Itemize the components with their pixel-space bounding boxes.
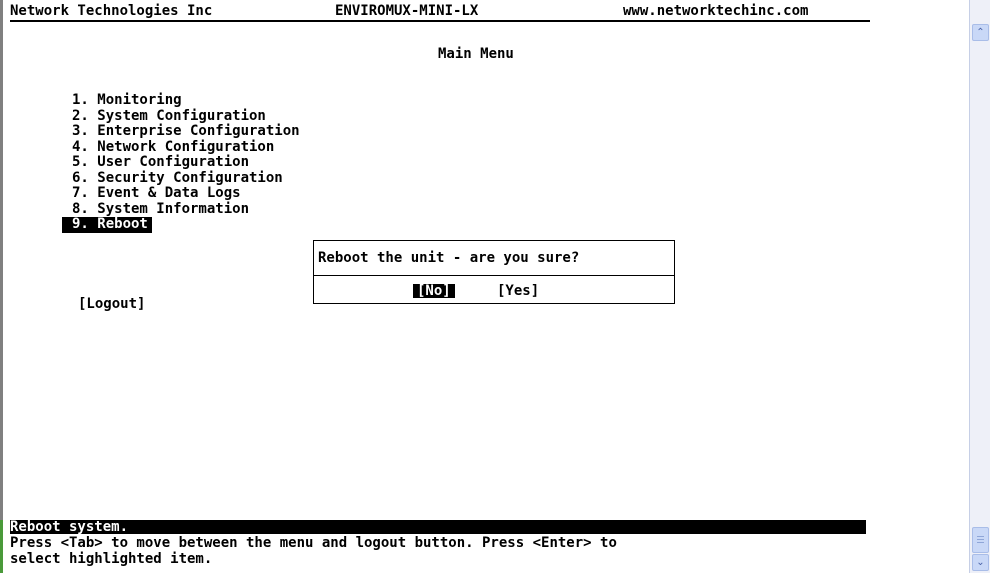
menu-item-user-configuration[interactable]: 5. User Configuration — [72, 155, 300, 171]
menu-item-reboot[interactable]: 9. Reboot — [62, 217, 152, 233]
window-left-edge-accent — [0, 520, 3, 573]
website-url: www.networktechinc.com — [623, 3, 809, 19]
grip-line — [977, 536, 984, 537]
scrollbar-thumb[interactable] — [972, 527, 989, 553]
grip-line — [977, 542, 984, 543]
main-menu: 1. Monitoring 2. System Configuration 3.… — [62, 93, 300, 233]
yes-button[interactable]: [Yes] — [497, 283, 539, 299]
menu-item-network-configuration[interactable]: 4. Network Configuration — [72, 139, 300, 156]
menu-item-event-data-logs[interactable]: 7. Event & Data Logs — [72, 186, 300, 202]
grip-line — [977, 539, 984, 540]
chevron-up-icon[interactable]: ⌃ — [972, 24, 989, 41]
logout-button[interactable]: [Logout] — [78, 296, 145, 312]
company-name: Network Technologies Inc — [10, 3, 213, 19]
header-divider — [10, 20, 870, 22]
terminal-screen: Network Technologies Inc ENVIROMUX-MINI-… — [8, 0, 964, 573]
vertical-scrollbar[interactable]: ⌃ ⌄ — [969, 0, 990, 573]
dialog-question: Reboot the unit - are you sure? — [318, 250, 580, 266]
menu-item-enterprise-configuration[interactable]: 3. Enterprise Configuration — [72, 124, 300, 140]
reboot-confirm-dialog: Reboot the unit - are you sure? [No] [Ye… — [313, 240, 675, 304]
window-left-edge — [0, 0, 3, 573]
status-bar: Reboot system. — [10, 520, 866, 534]
terminal-header: Network Technologies Inc ENVIROMUX-MINI-… — [10, 2, 870, 20]
menu-item-monitoring[interactable]: 1. Monitoring — [72, 93, 300, 109]
product-name: ENVIROMUX-MINI-LX — [335, 3, 479, 19]
menu-item-system-information[interactable]: 8. System Information — [72, 201, 300, 218]
chevron-down-icon[interactable]: ⌄ — [972, 554, 989, 571]
dialog-divider — [314, 275, 674, 276]
menu-item-system-configuration[interactable]: 2. System Configuration — [72, 108, 300, 125]
help-text: Press <Tab> to move between the menu and… — [10, 535, 617, 567]
page-title: Main Menu — [438, 46, 514, 62]
no-button[interactable]: [No] — [413, 284, 455, 298]
menu-item-security-configuration[interactable]: 6. Security Configuration — [72, 170, 300, 187]
